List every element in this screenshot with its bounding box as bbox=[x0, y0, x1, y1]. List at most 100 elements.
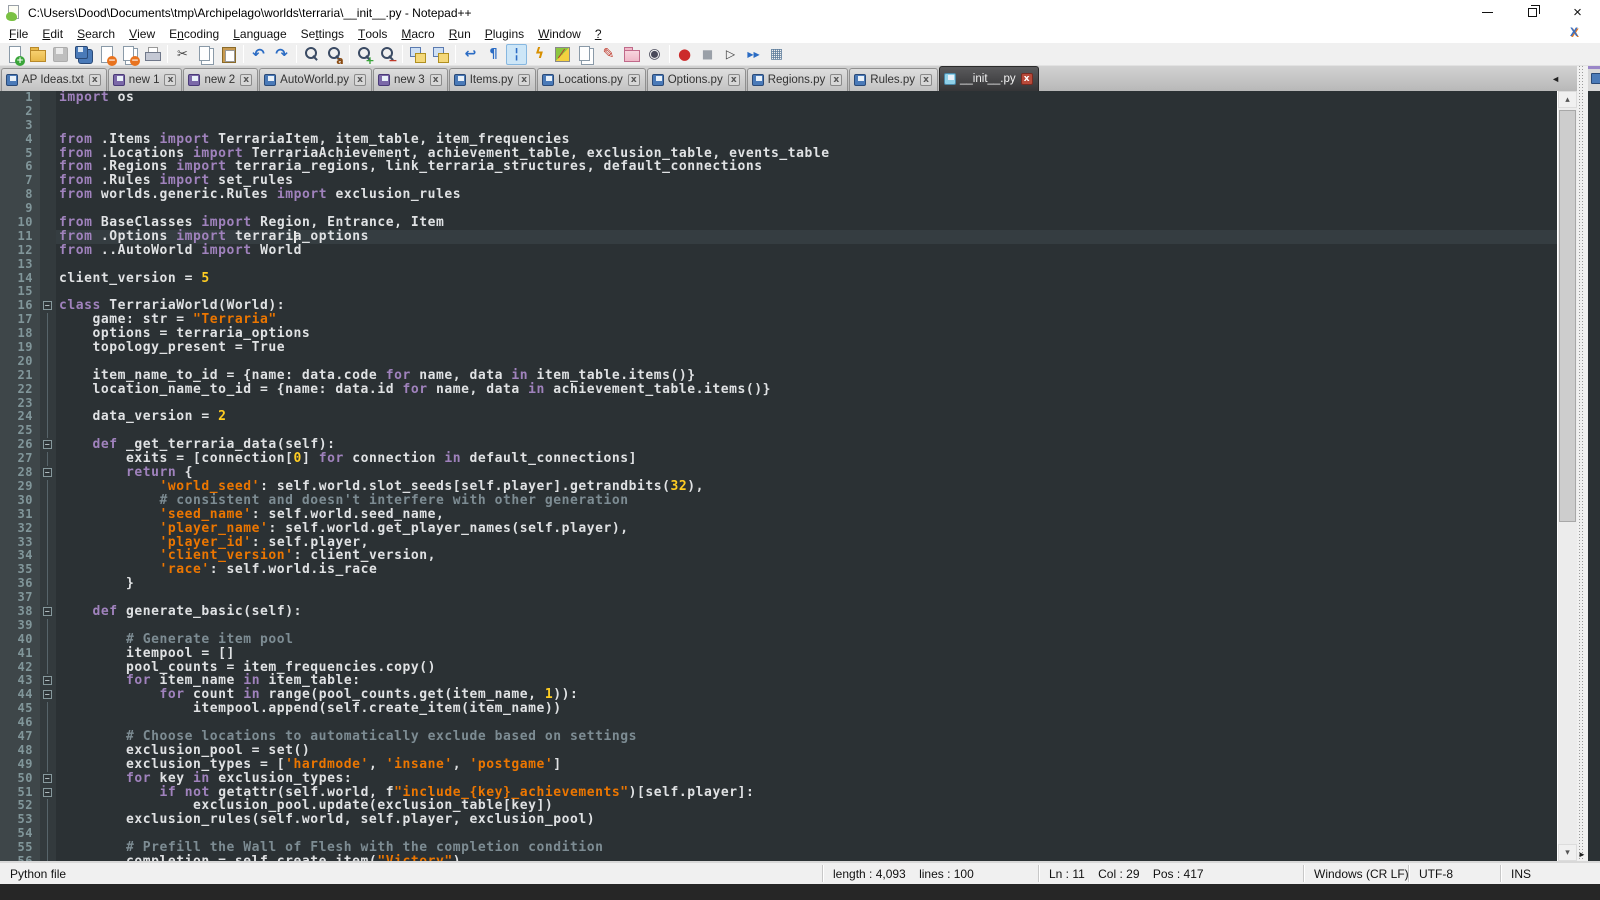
code-line[interactable]: 48 exclusion_pool = set() bbox=[0, 744, 1557, 758]
macro-stop-icon[interactable]: ■ bbox=[697, 44, 718, 65]
code-line[interactable]: 52 exclusion_pool.update(exclusion_table… bbox=[0, 799, 1557, 813]
code-line[interactable]: 3 bbox=[0, 119, 1557, 133]
menu-item-encoding[interactable]: Encoding bbox=[162, 25, 226, 43]
menu-item-window[interactable]: Window bbox=[531, 25, 588, 43]
close-all-icon[interactable]: − bbox=[119, 44, 140, 65]
redo-icon[interactable]: ↷ bbox=[271, 44, 292, 65]
menu-close-document-icon[interactable]: X bbox=[1570, 25, 1578, 39]
menu-item-settings[interactable]: Settings bbox=[294, 25, 351, 43]
tab-close-icon[interactable]: x bbox=[628, 74, 640, 86]
code-line[interactable]: 13 bbox=[0, 258, 1557, 272]
code-line[interactable]: 12from ..AutoWorld import World bbox=[0, 244, 1557, 258]
code-line[interactable]: 21 item_name_to_id = {name: data.code fo… bbox=[0, 369, 1557, 383]
close-button[interactable]: × bbox=[1555, 0, 1600, 25]
restore-button[interactable] bbox=[1510, 0, 1555, 25]
code-line[interactable]: 41 itempool = [] bbox=[0, 647, 1557, 661]
save-all-icon[interactable] bbox=[73, 44, 94, 65]
fold-toggle[interactable]: − bbox=[40, 688, 56, 702]
menu-item-language[interactable]: Language bbox=[226, 25, 293, 43]
tab-options-py[interactable]: Options.pyx bbox=[647, 68, 746, 91]
status-eol-format[interactable]: Windows (CR LF) bbox=[1303, 865, 1408, 882]
print-icon[interactable] bbox=[142, 44, 163, 65]
tab-close-icon[interactable]: x bbox=[920, 74, 932, 86]
code-line[interactable]: 51− if not getattr(self.world, f"include… bbox=[0, 786, 1557, 800]
macro-save-icon[interactable]: ▦ bbox=[766, 44, 787, 65]
code-line[interactable]: 19 topology_present = True bbox=[0, 341, 1557, 355]
macro-record-icon[interactable]: ● bbox=[674, 44, 695, 65]
menu-item-view[interactable]: View bbox=[122, 25, 162, 43]
tab-close-icon[interactable]: x bbox=[164, 74, 176, 86]
menu-item-search[interactable]: Search bbox=[70, 25, 122, 43]
fold-toggle[interactable]: − bbox=[40, 466, 56, 480]
code-line[interactable]: 30 # consistent and doesn't interfere wi… bbox=[0, 494, 1557, 508]
replace-icon[interactable]: a bbox=[324, 44, 345, 65]
code-line[interactable]: 23 bbox=[0, 397, 1557, 411]
view-splitter[interactable]: ► bbox=[1577, 66, 1586, 861]
fold-toggle[interactable]: − bbox=[40, 299, 56, 313]
document-list-icon[interactable] bbox=[575, 44, 596, 65]
tab-locations-py[interactable]: Locations.pyx bbox=[537, 68, 646, 91]
code-line[interactable]: 1import os bbox=[0, 91, 1557, 105]
code-line[interactable]: 14client_version = 5 bbox=[0, 272, 1557, 286]
show-all-characters-icon[interactable]: ¶ bbox=[483, 44, 504, 65]
status-insert-mode[interactable]: INS bbox=[1500, 865, 1600, 882]
code-line[interactable]: 7from .Rules import set_rules bbox=[0, 174, 1557, 188]
fold-collapse-icon[interactable]: − bbox=[43, 676, 52, 685]
find-icon[interactable] bbox=[301, 44, 322, 65]
code-line[interactable]: 31 'seed_name': self.world.seed_name, bbox=[0, 508, 1557, 522]
code-line[interactable]: 36 } bbox=[0, 577, 1557, 591]
code-line[interactable]: 44− for count in range(pool_counts.get(i… bbox=[0, 688, 1557, 702]
tab-close-icon[interactable]: x bbox=[89, 74, 101, 86]
tab-autoworld-py[interactable]: AutoWorld.pyx bbox=[259, 68, 372, 91]
sync-vertical-icon[interactable] bbox=[407, 44, 428, 65]
code-line[interactable]: 8from worlds.generic.Rules import exclus… bbox=[0, 188, 1557, 202]
code-line[interactable]: 20 bbox=[0, 355, 1557, 369]
code-line[interactable]: 38− def generate_basic(self): bbox=[0, 605, 1557, 619]
code-line[interactable]: 15 bbox=[0, 285, 1557, 299]
fold-toggle[interactable]: − bbox=[40, 786, 56, 800]
code-line[interactable]: 9 bbox=[0, 202, 1557, 216]
folder-as-workspace-icon[interactable] bbox=[621, 44, 642, 65]
new-file-icon[interactable]: + bbox=[4, 44, 25, 65]
document-map-icon[interactable] bbox=[552, 44, 573, 65]
zoom-in-icon[interactable]: + bbox=[354, 44, 375, 65]
scrollbar-thumb[interactable] bbox=[1559, 110, 1576, 522]
code-line[interactable]: 39 bbox=[0, 619, 1557, 633]
open-file-icon[interactable] bbox=[27, 44, 48, 65]
tab-items-py[interactable]: Items.pyx bbox=[449, 68, 536, 91]
code-line[interactable]: 29 'world_seed': self.world.slot_seeds[s… bbox=[0, 480, 1557, 494]
code-line[interactable]: 54 bbox=[0, 827, 1557, 841]
code-line[interactable]: 33 'player_id': self.player, bbox=[0, 536, 1557, 550]
file-monitoring-icon[interactable]: ◉ bbox=[644, 44, 665, 65]
code-line[interactable]: 45 itempool.append(self.create_item(item… bbox=[0, 702, 1557, 716]
tab-rules-py[interactable]: Rules.pyx bbox=[849, 68, 938, 91]
tab-close-icon[interactable]: x bbox=[518, 74, 530, 86]
undo-icon[interactable]: ↶ bbox=[248, 44, 269, 65]
copy-icon[interactable] bbox=[195, 44, 216, 65]
tab-close-icon[interactable]: x bbox=[354, 74, 366, 86]
minimize-button[interactable] bbox=[1465, 0, 1510, 25]
code-line[interactable]: 43− for item_name in item_table: bbox=[0, 674, 1557, 688]
code-line[interactable]: 17 game: str = "Terraria" bbox=[0, 313, 1557, 327]
code-line[interactable]: 28− return { bbox=[0, 466, 1557, 480]
code-line[interactable]: 34 'client_version': client_version, bbox=[0, 549, 1557, 563]
code-line[interactable]: 32 'player_name': self.world.get_player_… bbox=[0, 522, 1557, 536]
code-line[interactable]: 6from .Regions import terraria_regions, … bbox=[0, 160, 1557, 174]
code-line[interactable]: 49 exclusion_types = ['hardmode', 'insan… bbox=[0, 758, 1557, 772]
code-line[interactable]: 50− for key in exclusion_types: bbox=[0, 772, 1557, 786]
fold-collapse-icon[interactable]: − bbox=[43, 468, 52, 477]
fold-collapse-icon[interactable]: − bbox=[43, 690, 52, 699]
close-file-icon[interactable]: − bbox=[96, 44, 117, 65]
code-line[interactable]: 22 location_name_to_id = {name: data.id … bbox=[0, 383, 1557, 397]
fold-toggle[interactable]: − bbox=[40, 438, 56, 452]
fold-collapse-icon[interactable]: − bbox=[43, 774, 52, 783]
tab-scroll-left-icon[interactable]: ◄ bbox=[1551, 74, 1560, 84]
fold-toggle[interactable]: − bbox=[40, 674, 56, 688]
scroll-down-icon[interactable]: ▾ bbox=[1558, 844, 1577, 861]
scrollbar-track[interactable] bbox=[1558, 108, 1577, 844]
tab-new-3[interactable]: new 3x bbox=[373, 68, 448, 91]
splitter-arrow-icon[interactable]: ► bbox=[1578, 850, 1586, 859]
macro-play-icon[interactable]: ▷ bbox=[720, 44, 741, 65]
menu-item-plugins[interactable]: Plugins bbox=[478, 25, 531, 43]
function-completion-icon[interactable]: ϟ bbox=[529, 44, 550, 65]
